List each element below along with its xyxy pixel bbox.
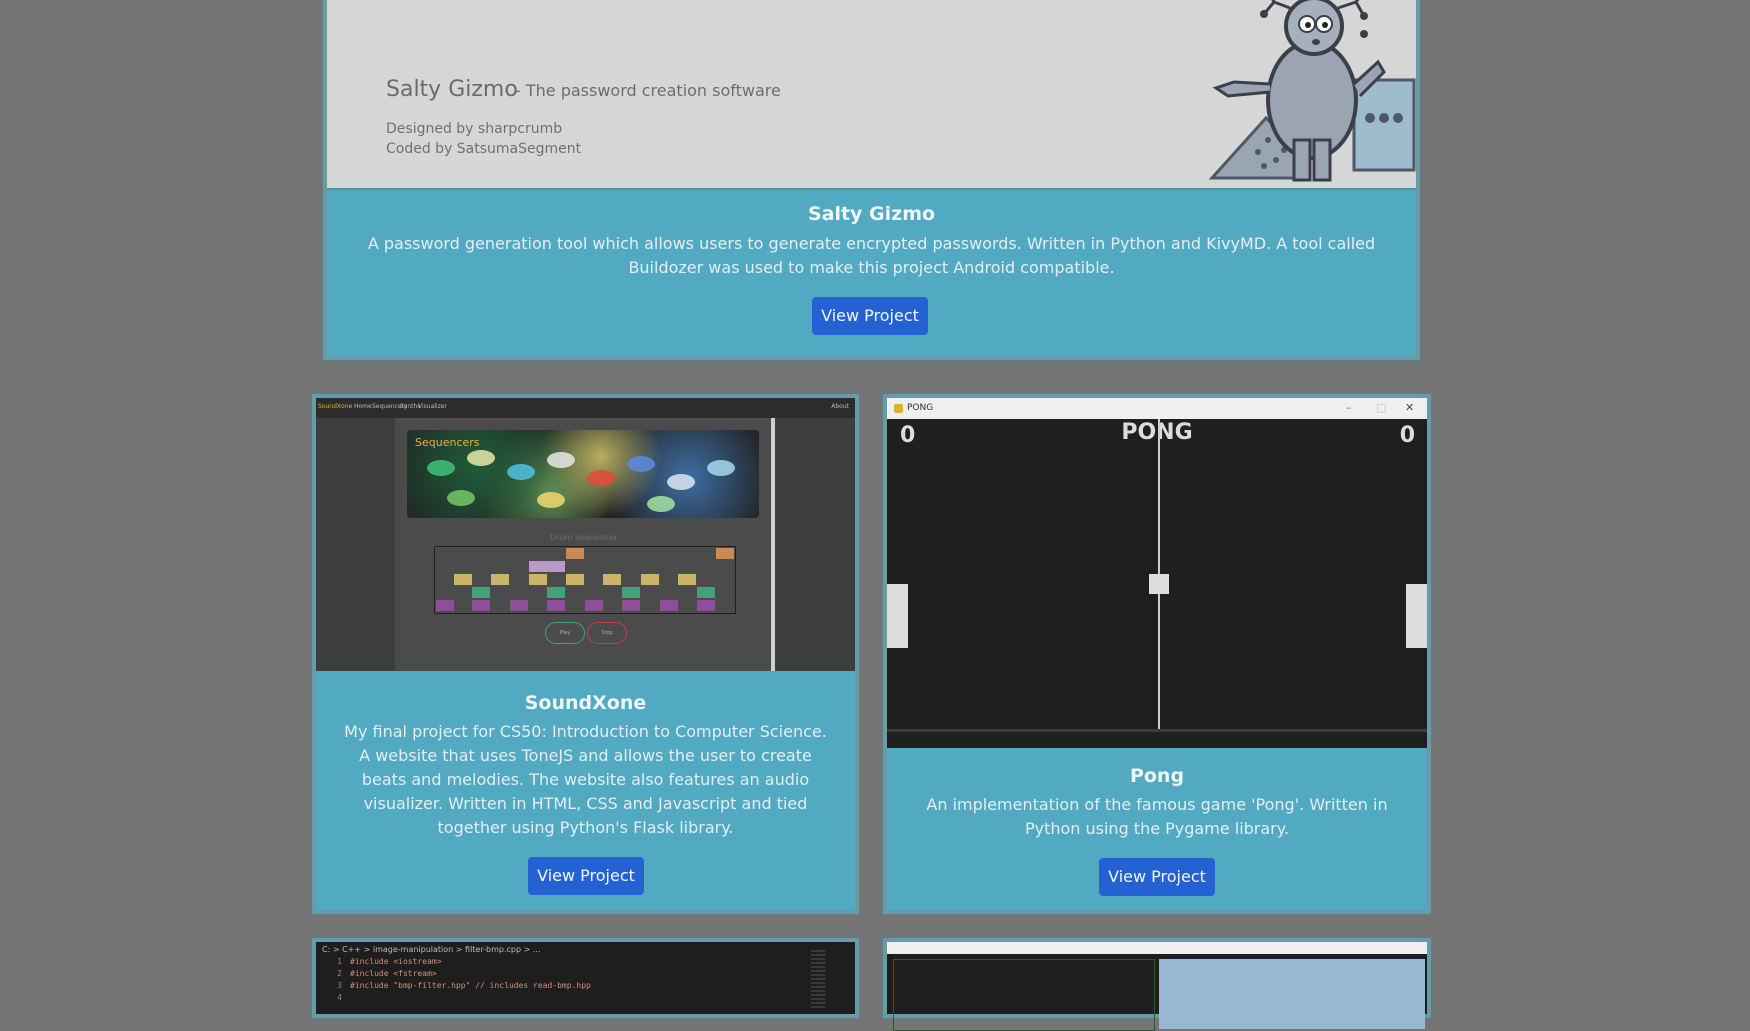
gizmo-mascot-illustration: [1208, 0, 1416, 182]
code-line: 2 #include <fstream>: [337, 969, 437, 978]
project-description: My final project for CS50: Introduction …: [344, 722, 827, 837]
project-card-soundxone: SoundXone Home Sequencers Synths Visuali…: [312, 394, 859, 914]
close-icon: ✕: [1405, 401, 1415, 414]
project-description: An implementation of the famous game 'Po…: [926, 795, 1388, 838]
view-project-button[interactable]: View Project: [1099, 858, 1215, 896]
screenshot-window-title: PONG: [907, 403, 934, 413]
project-title: Salty Gizmo: [807, 203, 936, 225]
screenshot-page: Sequencers Drum Sequencer Play Stop: [395, 418, 771, 671]
screenshot-grid-title: Drum Sequencer: [550, 533, 618, 542]
pong-paddle-right: [1406, 584, 1427, 648]
screenshot-app-name: Salty Gizmo: [386, 77, 518, 102]
screenshot-tagline: - The password creation software: [515, 81, 781, 100]
project-card-pong: PONG – □ ✕ 0 0 PONG Pong An implementati…: [883, 394, 1431, 914]
pong-paddle-left: [887, 584, 908, 648]
screenshot-banner-title: Sequencers: [415, 436, 480, 449]
pong-heading: PONG: [1121, 420, 1193, 445]
screenshot-coder-credit: Coded by SatsumaSegment: [386, 141, 582, 157]
project-card-image-manipulation: C: > C++ > image-manipulation > filter-b…: [312, 938, 859, 1018]
drum-sequencer-grid: [434, 546, 736, 614]
code-line: 3 #include "bmp-filter.hpp" // includes r…: [337, 981, 591, 990]
editor-minimap: [811, 950, 825, 1010]
code-line: 4: [337, 993, 342, 1002]
view-project-button[interactable]: View Project: [528, 857, 644, 895]
screenshot-stop-button: Stop: [587, 622, 627, 644]
project-title: SoundXone: [524, 692, 647, 714]
screenshot-scrollbar: [771, 418, 775, 671]
project-screenshot: PONG – □ ✕ 0 0 PONG: [887, 398, 1427, 748]
pong-ball: [1149, 574, 1169, 594]
pygame-logo-icon: [894, 404, 903, 413]
view-project-button[interactable]: View Project: [812, 297, 928, 335]
screenshot-play-button: Play: [545, 622, 585, 644]
screenshot-nav-item: Visualizer: [418, 403, 447, 410]
screenshot-titlebar: [887, 942, 1427, 954]
project-screenshot: SoundXone Home Sequencers Synths Visuali…: [316, 398, 855, 671]
screenshot-nav-about: About: [831, 403, 849, 410]
screenshot-designer-credit: Designed by sharpcrumb: [386, 121, 563, 137]
editor-breadcrumb: C: > C++ > image-manipulation > filter-b…: [322, 945, 541, 954]
project-card-salty-gizmo: Salty Gizmo - The password creation soft…: [323, 0, 1420, 360]
screenshot-titlebar: PONG – □ ✕: [887, 398, 1427, 419]
project-card-partial: [883, 938, 1431, 1031]
screenshot-right-panel: [1159, 959, 1425, 1029]
screenshot-nav-item: Home: [354, 403, 372, 410]
screenshot-navbar: SoundXone Home Sequencers Synths Visuali…: [316, 398, 855, 418]
screenshot-left-panel: [893, 959, 1155, 1031]
project-screenshot: Salty Gizmo - The password creation soft…: [327, 0, 1416, 190]
minimize-icon: –: [1346, 401, 1352, 414]
pong-floor: [887, 729, 1427, 732]
maximize-icon: □: [1376, 401, 1387, 414]
screenshot-brand: SoundXone: [318, 403, 353, 410]
code-line: 1 #include <iostream>: [337, 957, 442, 966]
project-title: Pong: [1129, 765, 1185, 787]
screenshot-banner: Sequencers: [407, 430, 759, 518]
project-description: A password generation tool which allows …: [367, 234, 1376, 277]
